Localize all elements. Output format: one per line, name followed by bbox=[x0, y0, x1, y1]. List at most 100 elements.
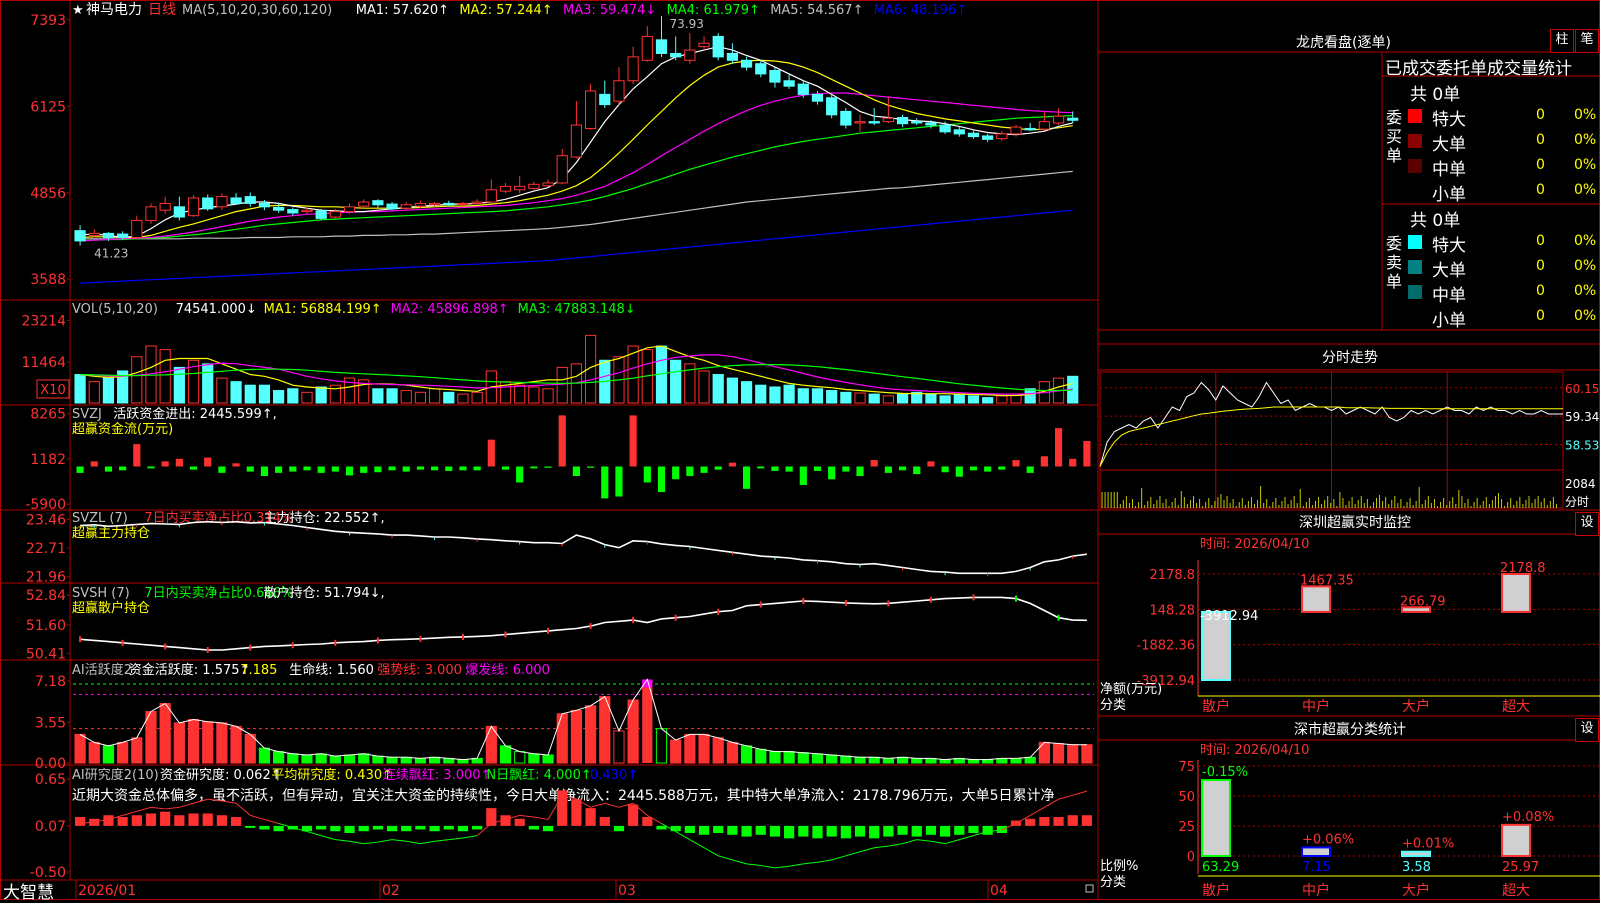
volume-bar[interactable] bbox=[826, 390, 838, 404]
ai-active-bar[interactable] bbox=[202, 721, 214, 764]
ai-research-bar[interactable] bbox=[330, 825, 341, 832]
price-candle[interactable] bbox=[443, 202, 455, 206]
ai-research-bar[interactable] bbox=[1067, 815, 1078, 826]
price-candle[interactable] bbox=[769, 70, 781, 83]
ai-research-bar[interactable] bbox=[713, 825, 724, 834]
price-candle[interactable] bbox=[584, 90, 597, 129]
ai-active-bar[interactable] bbox=[1024, 756, 1036, 764]
ai-active-bar[interactable] bbox=[315, 753, 327, 764]
svzj-bar[interactable] bbox=[955, 466, 963, 477]
svzj-bar[interactable] bbox=[501, 466, 510, 470]
ai-active-bar[interactable] bbox=[556, 713, 568, 764]
svzj-bar[interactable] bbox=[544, 466, 552, 468]
svzj-bar[interactable] bbox=[558, 415, 566, 467]
ai-research-bar[interactable] bbox=[344, 825, 355, 834]
ai-active-bar[interactable] bbox=[684, 733, 696, 764]
price-candle[interactable] bbox=[996, 133, 1008, 140]
ai-active-bar[interactable] bbox=[230, 725, 242, 764]
ai-research-bar[interactable] bbox=[457, 825, 469, 832]
ai-research-bar[interactable] bbox=[528, 825, 539, 830]
price-candle[interactable] bbox=[400, 204, 412, 209]
ai-active-bar[interactable] bbox=[769, 751, 781, 764]
ai-research-bar[interactable] bbox=[642, 817, 653, 826]
svzj-bar[interactable] bbox=[275, 466, 283, 473]
svzj-bar[interactable] bbox=[728, 462, 736, 467]
volume-bar[interactable] bbox=[244, 384, 256, 404]
volume-bar[interactable] bbox=[457, 393, 469, 404]
ai-active-bar[interactable] bbox=[570, 709, 583, 764]
ai-active-bar[interactable] bbox=[301, 754, 313, 764]
price-candle[interactable] bbox=[1010, 126, 1022, 135]
ai-research-bar[interactable] bbox=[174, 815, 185, 826]
svzj-bar[interactable] bbox=[828, 466, 836, 480]
ai-active-bar[interactable] bbox=[726, 741, 739, 764]
ai-research-bar[interactable] bbox=[131, 815, 142, 826]
price-candle[interactable] bbox=[514, 185, 526, 191]
price-candle[interactable] bbox=[556, 155, 568, 184]
svzj-bar[interactable] bbox=[572, 466, 580, 477]
volume-bar[interactable] bbox=[301, 391, 313, 404]
svzj-bar[interactable] bbox=[998, 466, 1006, 470]
svzj-bar[interactable] bbox=[374, 466, 382, 473]
svzj-bar[interactable] bbox=[913, 466, 921, 475]
ai-active-bar[interactable] bbox=[131, 737, 143, 764]
ai-active-bar[interactable] bbox=[584, 705, 597, 764]
ai-active-bar[interactable] bbox=[414, 757, 427, 764]
ai-research-bar[interactable] bbox=[684, 825, 695, 834]
ai-research-bar[interactable] bbox=[202, 813, 213, 826]
ai-research-bar[interactable] bbox=[869, 825, 880, 839]
svzj-bar[interactable] bbox=[133, 444, 141, 467]
ai-research-bar[interactable] bbox=[273, 825, 284, 832]
ai-active-bar[interactable] bbox=[599, 696, 611, 764]
price-candle[interactable] bbox=[854, 121, 866, 124]
price-candle[interactable] bbox=[244, 196, 256, 204]
price-candle[interactable] bbox=[726, 52, 739, 61]
svzj-bar[interactable] bbox=[1069, 458, 1077, 467]
ai-active-bar[interactable] bbox=[1052, 743, 1065, 764]
ai-active-bar[interactable] bbox=[145, 710, 157, 764]
svzj-bar[interactable] bbox=[714, 466, 722, 470]
svzj-bar[interactable] bbox=[388, 466, 396, 471]
ai-research-bar[interactable] bbox=[386, 825, 398, 832]
ai-research-bar[interactable] bbox=[628, 804, 639, 826]
ai-active-bar[interactable] bbox=[159, 702, 171, 764]
ai-research-bar[interactable] bbox=[854, 825, 866, 837]
volume-bar[interactable] bbox=[528, 386, 540, 404]
price-candle[interactable] bbox=[358, 201, 370, 207]
price-candle[interactable] bbox=[102, 232, 115, 238]
sz-class-bar[interactable] bbox=[1501, 823, 1531, 857]
price-candle[interactable] bbox=[145, 206, 157, 221]
price-candle[interactable] bbox=[173, 206, 185, 218]
ai-active-bar[interactable] bbox=[655, 728, 668, 764]
price-candle[interactable] bbox=[670, 52, 682, 58]
ai-research-bar[interactable] bbox=[656, 825, 667, 830]
ai-research-bar[interactable] bbox=[769, 825, 781, 837]
volume-bar[interactable] bbox=[443, 391, 455, 404]
volume-bar[interactable] bbox=[131, 356, 143, 404]
ai-research-bar[interactable] bbox=[103, 815, 114, 826]
price-candle[interactable] bbox=[329, 211, 341, 218]
svzj-bar[interactable] bbox=[360, 466, 368, 473]
price-candle[interactable] bbox=[485, 189, 497, 203]
ai-active-bar[interactable] bbox=[244, 733, 256, 764]
ai-research-bar[interactable] bbox=[358, 825, 369, 832]
svzj-bar[interactable] bbox=[516, 466, 524, 483]
lock-icon[interactable] bbox=[1085, 884, 1094, 893]
ai-active-bar[interactable] bbox=[783, 751, 795, 764]
ai-active-bar[interactable] bbox=[88, 741, 100, 764]
ai-active-bar[interactable] bbox=[428, 756, 441, 764]
price-candle[interactable] bbox=[939, 124, 951, 133]
svzj-bar[interactable] bbox=[643, 466, 651, 483]
sz-class-bar[interactable] bbox=[1201, 779, 1231, 857]
volume-bar[interactable] bbox=[74, 374, 86, 404]
ai-research-bar[interactable] bbox=[840, 825, 851, 839]
ai-research-bar[interactable] bbox=[812, 825, 823, 839]
price-candle[interactable] bbox=[471, 201, 483, 204]
ai-active-bar[interactable] bbox=[826, 754, 838, 764]
price-candle[interactable] bbox=[372, 200, 384, 206]
bar-mode-button[interactable]: 柱 bbox=[1550, 29, 1574, 53]
ai-active-bar[interactable] bbox=[882, 757, 894, 764]
ai-active-bar[interactable] bbox=[854, 756, 866, 764]
ai-active-bar[interactable] bbox=[797, 752, 809, 764]
ai-research-bar[interactable] bbox=[514, 818, 525, 826]
